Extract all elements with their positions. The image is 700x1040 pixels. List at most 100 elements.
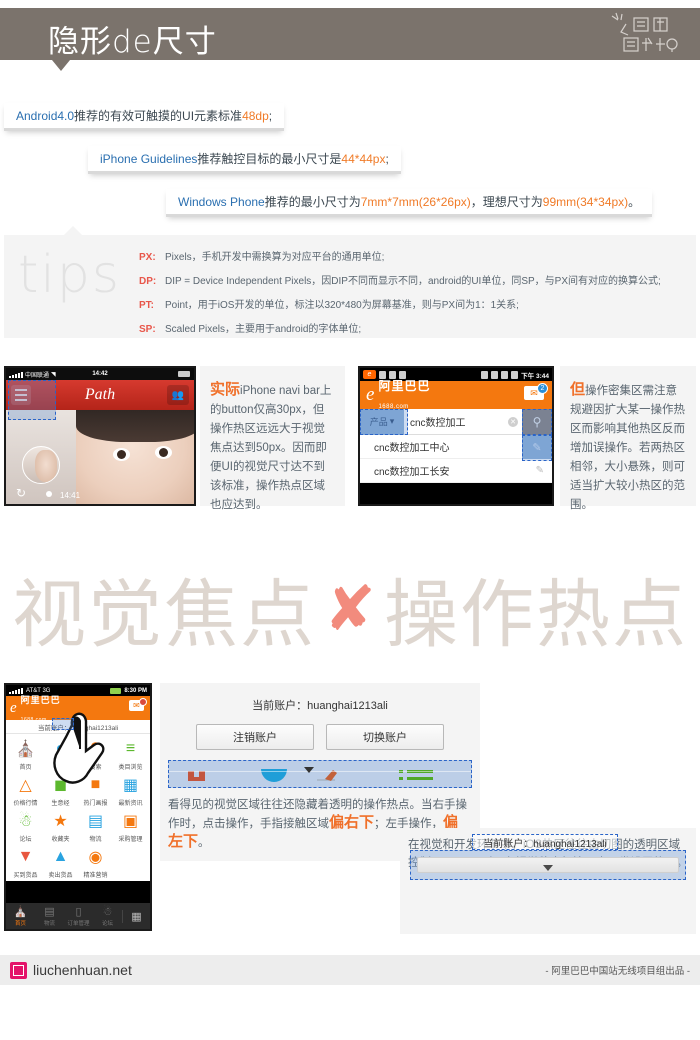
callout-iphone-value: 44*44px [341,151,386,166]
grid-item-search[interactable]: ⚲ 搜索 [78,738,113,771]
grid-item-home[interactable]: ⛪ 首页 [8,738,43,771]
android-alibaba-search-screenshot: e 下午 3:44 e 阿里巴巴 1688.com ✉ 2 产品 ▾ cnc数控… [358,366,554,506]
grid-item-label: 论坛 [19,837,32,843]
home-icon: ⛪ [13,906,28,918]
grid-item-bought[interactable]: ▼ 买到货品 [8,846,43,879]
refresh-icon[interactable]: ↻ [16,486,26,500]
dropdown-hotzone[interactable] [410,850,686,880]
account-hotzone-label: 当前账户：huanghai1213ali [472,834,618,850]
tab-orders[interactable]: ▯ 订单管理 [64,905,93,927]
mail-badge [139,698,147,706]
logout-account-button[interactable]: 注销账户 [196,724,314,750]
home-icon [188,771,205,781]
suggestion-row[interactable]: cnc数控加工长安 ✎ [360,459,552,483]
wangwang-icon [261,769,287,782]
brand-name: 阿里巴巴 [378,379,431,393]
cart-out-icon: ▲ [52,848,69,865]
mail-badge: 2 [537,383,548,394]
callout-iphone: iPhone Guidelines 推荐触控目标的最小尺寸是 44*44px ; [88,146,401,174]
grid-item-business[interactable]: ◼ 生意经 [43,774,78,807]
chat-icon: ◼ [53,777,68,794]
alibaba-notification-icon: e [363,370,376,379]
note-iphone-body: iPhone navi bar上的button仅高30px，但操作热区远远大于视… [210,385,332,511]
eye-right [155,446,172,459]
alibaba-brand: 阿里巴巴 1688.com [378,377,430,413]
grid-item-price[interactable]: △ 价格行情 [8,774,43,807]
list-icon [399,770,433,780]
tips-row: PX: Pixels，手机开发中需换算为对应平台的通用单位; [139,248,661,263]
tips-row: SP: Scaled Pixels，主要用于android的字体单位; [139,320,661,335]
grid-item-label: 价格行情 [13,801,38,807]
note-android: 但操作密集区需注意规避因扩大某一操作热区而影响其他热区反而增加误操作。若两热区相… [560,366,696,511]
clear-icon[interactable]: ✕ [508,416,518,427]
header-pointer-arrow [52,60,70,71]
grid-item-label: 精准营销 [83,873,108,879]
path-photo: ↻ 14:41 [6,410,194,504]
grid-item-label: 热门画报 [83,801,108,807]
footer-credit: - 阿里巴巴中国站无线项目组出品 - [545,966,690,977]
tips-watermark: tips [18,245,121,305]
grid-item-label: 首页 [19,765,32,771]
grid-item-sold[interactable]: ▲ 卖出货品 [43,846,78,879]
note-iphone-lead: 实际 [210,381,241,398]
tab-logistics[interactable]: ▤ 物流 [35,905,64,927]
switch-account-button[interactable]: 切换账户 [326,724,444,750]
current-account-label: 当前账户：huanghai1213ali [252,700,388,712]
hair-shape [76,410,194,442]
tips-panel: tips PX: Pixels，手机开发中需换算为对应平台的通用单位; DP: … [4,226,696,338]
grid-item-category[interactable]: ≡ 类目浏览 [113,738,148,771]
chart-icon: △ [19,777,32,794]
edit-icon[interactable]: ✎ [536,465,544,476]
path-brand-label: Path [84,386,116,403]
truck-icon: ▤ [44,906,55,918]
callout-iphone-platform: iPhone Guidelines [100,151,198,166]
note-android-body: 操作密集区需注意规避因扩大某一操作热区而影响其他热区反而增加误操作。若两热区相邻… [570,385,685,511]
wangwang-icon: ● [55,740,66,757]
visual-design-logo-icon [611,12,678,52]
search-icon [317,770,337,781]
callout-iphone-text: 推荐触控目标的最小尺寸是 [197,152,342,166]
target-icon: ◉ [88,849,103,866]
tips-key: SP: [139,324,156,335]
battery-icon [511,370,519,379]
tab-forum[interactable]: ☃ 论坛 [93,905,122,927]
grid-item-favorites[interactable]: ★ 收藏夹 [43,810,78,843]
callout-wp-value: 7mm*7mm(26*26px) [360,194,471,209]
note-iphone: 实际iPhone navi bar上的button仅高30px，但操作热区远远大… [200,366,345,511]
callout-android: Android4.0 推荐的有效可触摸的UI元素标准 48dp ; [4,103,285,131]
grid-item-marketing[interactable]: ◉ 精准营销 [78,846,113,879]
suggestion-label: cnc数控加工中心 [374,443,450,454]
stamp-logo-icon [10,961,27,979]
headline-cross-icon: ✘ [324,574,376,644]
site-name[interactable]: liuchenhuan.net [33,962,132,978]
grid-item-label: 旺旺 [54,765,67,771]
tab-home[interactable]: ⛪ 首页 [6,905,35,927]
search-icon: ⚲ [89,741,102,758]
grid-item-label: 收藏夹 [51,837,70,843]
grid-item-wangwang[interactable]: ● 旺旺 [43,738,78,771]
hotzone-overlay-iphone [8,380,56,420]
search-input[interactable]: cnc数控加工 [404,414,508,429]
friends-icon[interactable]: 👥 [167,385,189,405]
grid-item-logistics[interactable]: ▤ 物流 [78,810,113,843]
grid-item-label: 最新资讯 [118,801,143,807]
grid-item-purchase[interactable]: ▣ 采购管理 [113,810,148,843]
clipboard-icon: ▯ [75,906,82,918]
app-shortcut-grid: ⛪ 首页 ● 旺旺 ⚲ 搜索 ≡ 类目浏览 △ 价格行情 ◼ 生意经 ■ 热门画报 ▦ 最新资讯… [6,734,150,881]
brand-domain: 1688.com [20,717,47,723]
page-footer: liuchenhuan.net - 阿里巴巴中国站无线项目组出品 - [0,955,700,985]
callout-android-text: 推荐的有效可触摸的UI元素标准 [74,109,243,123]
callout-wp-value2: 99mm(34*34px) [542,194,629,209]
android-app-header: e 阿里巴巴 1688.com ✉ [6,695,150,723]
grid-item-forum[interactable]: ☃ 论坛 [8,810,43,843]
tab-label: 首页 [14,921,26,927]
shirt-icon: ■ [90,776,101,793]
signal-icon [501,370,509,379]
hotzone-overlay-category [360,409,408,435]
grid-item-hot[interactable]: ■ 热门画报 [78,774,113,807]
grid-icon[interactable]: ▦ [122,909,150,923]
callout-windows-phone: Windows Phone 推荐的最小尺寸为 7mm*7mm(26*26px) … [166,189,653,217]
callout-wp-text2: ，理想尺寸为 [470,195,543,209]
home-icon: ⛪ [15,741,36,758]
grid-item-news[interactable]: ▦ 最新资讯 [113,774,148,807]
